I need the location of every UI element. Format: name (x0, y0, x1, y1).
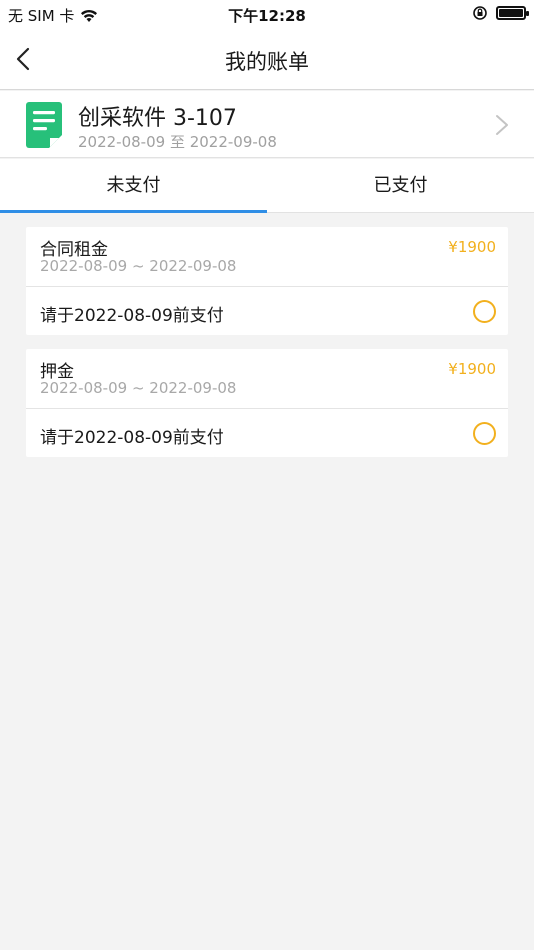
select-radio-button[interactable] (473, 300, 496, 323)
page-title: 我的账单 (225, 50, 309, 74)
nav-bar: 我的账单 (0, 28, 534, 90)
battery-icon (496, 6, 529, 20)
bill-footer: 请于2022-08-09前支付 (26, 410, 508, 457)
bill-period: 2022-08-09 ~ 2022-09-08 (40, 257, 237, 275)
status-time: 下午12:28 (228, 7, 306, 25)
select-radio-button[interactable] (473, 422, 496, 445)
bill-period: 2022-08-09 ~ 2022-09-08 (40, 379, 237, 397)
bill-due-text: 请于2022-08-09前支付 (40, 428, 224, 448)
bill-amount: ¥1900 (448, 238, 496, 256)
document-icon (26, 102, 62, 148)
tab-unpaid[interactable]: 未支付 (0, 159, 267, 213)
bill-due-text: 请于2022-08-09前支付 (40, 306, 224, 326)
status-right (472, 5, 529, 21)
bill-card[interactable]: 合同租金 2022-08-09 ~ 2022-09-08 ¥1900 请于202… (26, 227, 508, 335)
status-bar: 无 SIM 卡 下午12:28 (0, 0, 534, 28)
bill-card[interactable]: 押金 2022-08-09 ~ 2022-09-08 ¥1900 请于2022-… (26, 349, 508, 457)
bill-header: 合同租金 2022-08-09 ~ 2022-09-08 ¥1900 (26, 227, 508, 287)
property-date-range: 2022-08-09 至 2022-09-08 (78, 133, 277, 151)
bill-tabs: 未支付 已支付 (0, 159, 534, 213)
property-card[interactable]: 创采软件 3-107 2022-08-09 至 2022-09-08 (0, 91, 534, 158)
bill-header: 押金 2022-08-09 ~ 2022-09-08 ¥1900 (26, 349, 508, 409)
property-name: 创采软件 3-107 (78, 106, 237, 131)
orientation-lock-icon (473, 6, 487, 20)
tab-paid[interactable]: 已支付 (267, 159, 534, 213)
chevron-right-icon (496, 115, 508, 135)
bill-footer: 请于2022-08-09前支付 (26, 288, 508, 335)
bill-amount: ¥1900 (448, 360, 496, 378)
active-tab-indicator (0, 210, 267, 213)
